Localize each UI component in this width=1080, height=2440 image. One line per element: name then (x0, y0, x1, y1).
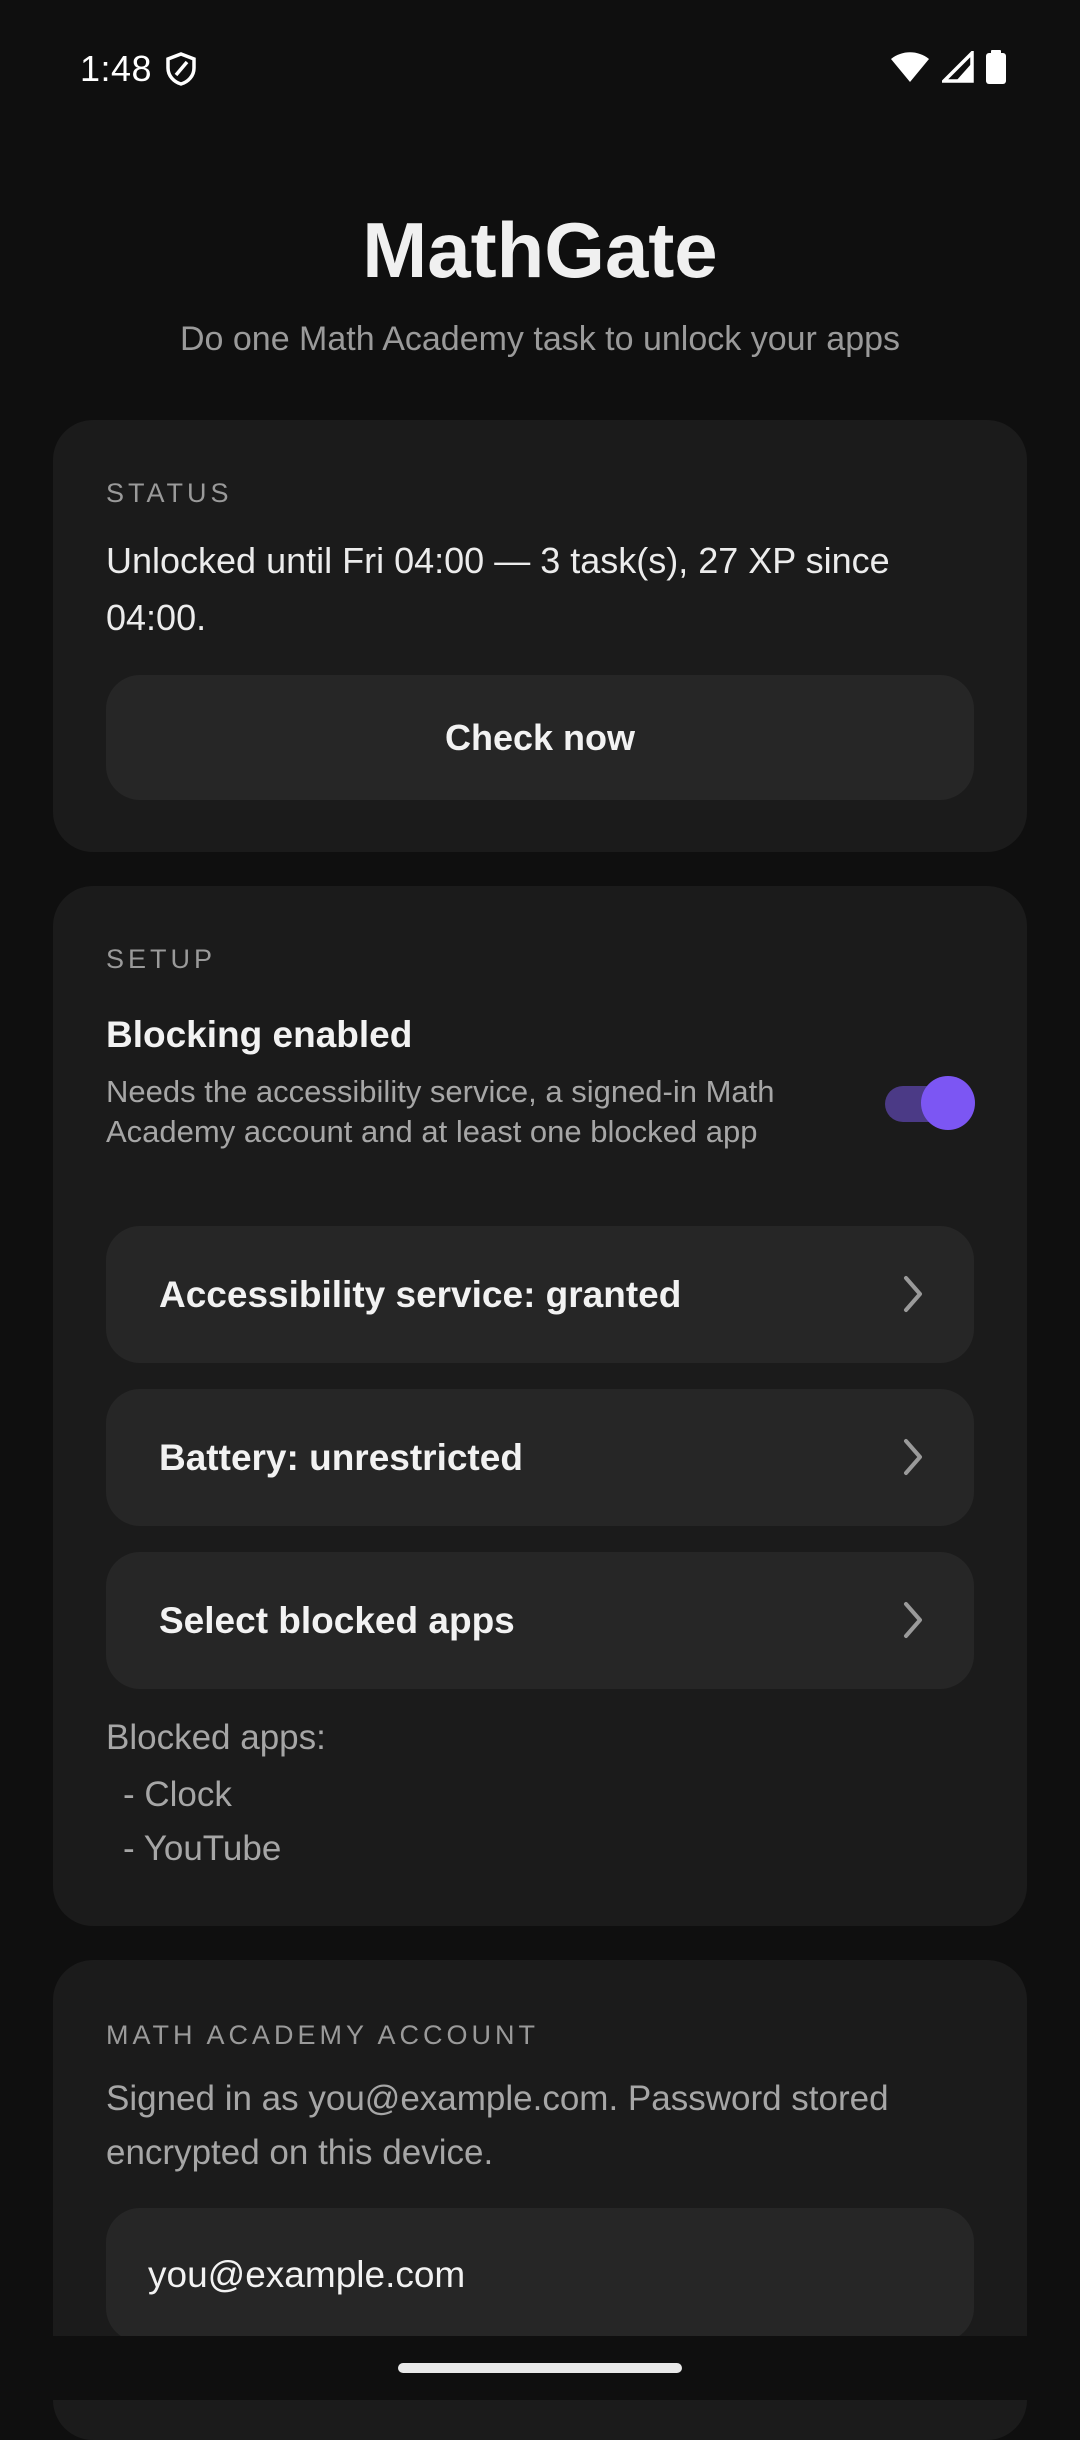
status-section-label: STATUS (106, 478, 233, 508)
list-item: - YouTube (123, 1829, 282, 1868)
battery-button[interactable]: Battery: unrestricted (106, 1389, 974, 1526)
setup-card: SETUP Blocking enabled Needs the accessi… (53, 886, 1027, 1926)
battery-icon (986, 50, 1006, 84)
account-section-label: MATH ACADEMY ACCOUNT (106, 2020, 540, 2050)
app-title: MathGate (362, 206, 718, 294)
blocking-toggle[interactable] (881, 1076, 975, 1130)
list-item: - Clock (123, 1775, 232, 1814)
email-field[interactable] (106, 2208, 974, 2342)
status-time: 1:48 (80, 48, 153, 89)
signal-icon (942, 51, 974, 83)
app-subtitle: Do one Math Academy task to unlock your … (179, 320, 901, 358)
battery-label: Battery: unrestricted (159, 1436, 523, 1478)
blocking-title: Blocking enabled (106, 1014, 413, 1055)
status-card: STATUS Unlocked until Fri 04:00 — 3 task… (53, 420, 1027, 852)
home-indicator[interactable] (398, 2363, 682, 2373)
account-status-text: Signed in as you@example.com. Password s… (106, 2079, 889, 2172)
select-blocked-apps-button[interactable]: Select blocked apps (106, 1552, 974, 1689)
chevron-right-icon (904, 1439, 922, 1475)
toggle-thumb (921, 1076, 975, 1130)
status-icons (890, 50, 1006, 84)
blocking-description: Needs the accessibility service, a signe… (106, 1074, 775, 1149)
select-blocked-apps-label: Select blocked apps (159, 1599, 515, 1641)
accessibility-service-label: Accessibility service: granted (159, 1273, 682, 1315)
accessibility-service-button[interactable]: Accessibility service: granted (106, 1226, 974, 1363)
chevron-right-icon (904, 1602, 922, 1638)
wifi-icon (891, 52, 929, 82)
shield-icon (166, 52, 196, 86)
setup-section-label: SETUP (106, 944, 217, 974)
check-now-button[interactable]: Check now (106, 675, 974, 800)
blocked-apps-list: - Clock - YouTube (123, 1768, 281, 1876)
status-bar: 1:48 (0, 0, 1080, 135)
status-text: Unlocked until Fri 04:00 — 3 task(s), 27… (106, 540, 890, 638)
chevron-right-icon (904, 1276, 922, 1312)
blocked-apps-title: Blocked apps: (106, 1718, 326, 1757)
